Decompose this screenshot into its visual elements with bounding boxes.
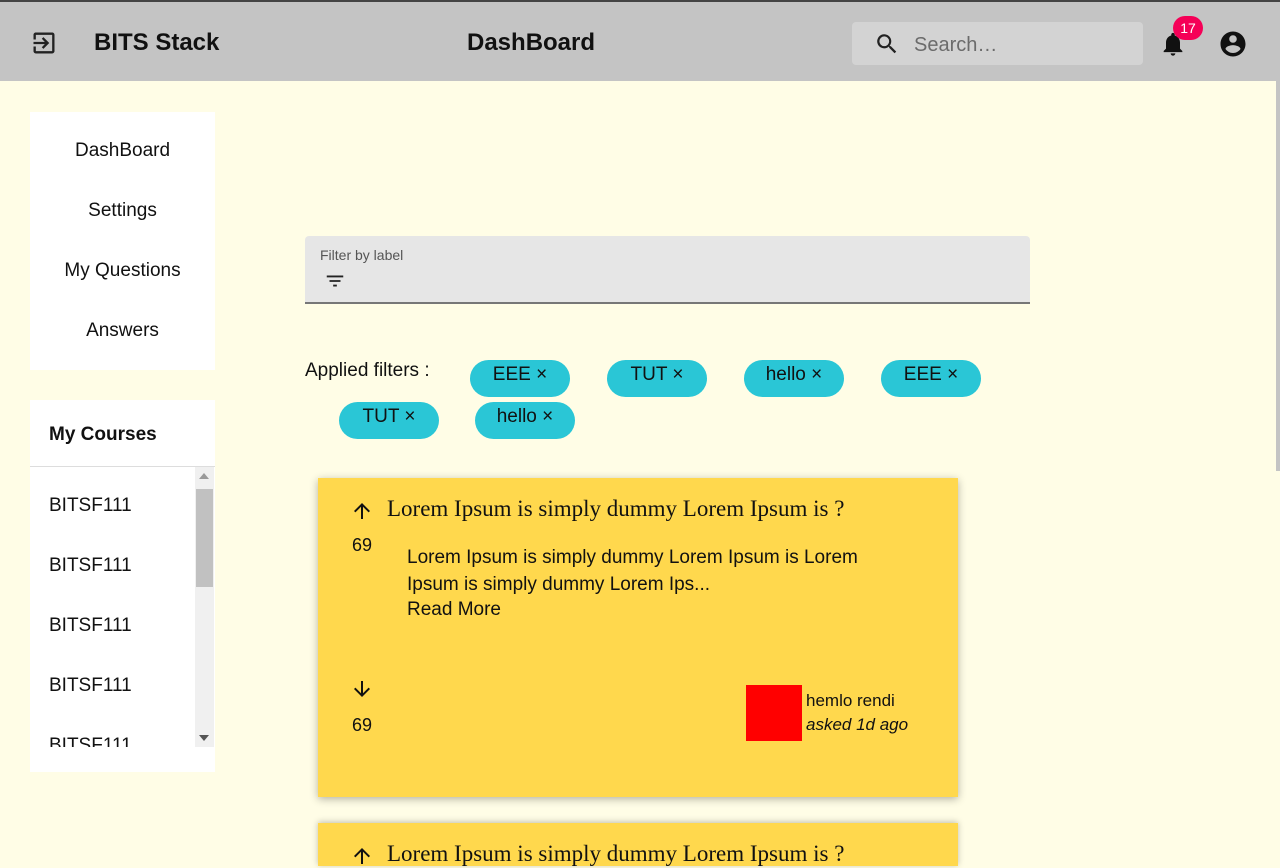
filter-chip-tut[interactable]: TUT × [339, 402, 439, 439]
filter-by-label-input[interactable]: Filter by label [305, 236, 1030, 304]
course-item[interactable]: BITSF111 [49, 675, 132, 697]
downvote-count: 69 [352, 715, 373, 735]
sidebar-nav: DashBoard Settings My Questions Answers [30, 112, 215, 370]
filter-chip-hello[interactable]: hello × [475, 402, 575, 439]
logout-icon[interactable] [30, 29, 58, 57]
brand-title[interactable]: BITS Stack [94, 29, 219, 57]
course-item[interactable]: BITSF111 [49, 555, 132, 577]
author-name[interactable]: hemlo rendi [806, 691, 895, 711]
read-more-link[interactable]: Read More [407, 599, 501, 621]
filter-chip-hello[interactable]: hello × [744, 360, 844, 397]
course-item[interactable]: BITSF111 [49, 495, 132, 517]
avatar [746, 685, 802, 741]
app-bar: BITS Stack DashBoard 17 [0, 0, 1280, 81]
search-icon [877, 34, 897, 54]
chip-label: TUT × [630, 364, 684, 385]
upvote-count: 69 [352, 535, 373, 555]
courses-panel: My Courses BITSF111 BITSF111 BITSF111 BI… [30, 400, 215, 772]
filter-chip-tut[interactable]: TUT × [607, 360, 707, 397]
applied-filters-label: Applied filters : [305, 360, 430, 381]
question-card[interactable]: Lorem Ipsum is simply dummy Lorem Ipsum … [318, 478, 958, 797]
arrow-down-icon[interactable] [350, 677, 374, 701]
filter-label: Filter by label [320, 247, 404, 263]
courses-title: My Courses [49, 424, 157, 445]
chip-label: hello × [765, 364, 823, 385]
courses-scrollbar[interactable] [195, 467, 214, 747]
question-excerpt: Lorem Ipsum is simply dummy Lorem Ipsum … [407, 547, 858, 595]
scroll-thumb[interactable] [196, 489, 213, 587]
scroll-up-arrow[interactable] [199, 473, 209, 479]
chip-label: EEE × [903, 364, 959, 385]
chip-label: hello × [496, 406, 554, 427]
page-title: DashBoard [467, 29, 596, 56]
page-scrollbar[interactable] [1276, 81, 1280, 471]
arrow-up-icon[interactable] [350, 499, 374, 523]
course-item[interactable]: BITSF111 [49, 735, 132, 747]
account-circle-icon[interactable] [1218, 29, 1248, 59]
chip-label: EEE × [492, 364, 548, 385]
question-title[interactable]: Lorem Ipsum is simply dummy Lorem Ipsum … [387, 841, 844, 867]
scroll-down-arrow[interactable] [199, 735, 209, 741]
sidebar-item-dashboard[interactable]: DashBoard [30, 140, 215, 162]
sidebar-item-my-questions[interactable]: My Questions [30, 260, 215, 282]
sidebar-item-answers[interactable]: Answers [30, 320, 215, 342]
asked-time: asked 1d ago [806, 715, 909, 734]
question-card[interactable]: Lorem Ipsum is simply dummy Lorem Ipsum … [318, 823, 958, 866]
search-input[interactable] [912, 30, 1136, 60]
question-title[interactable]: Lorem Ipsum is simply dummy Lorem Ipsum … [387, 496, 844, 522]
notification-badge: 17 [1173, 16, 1203, 40]
filter-list-icon [326, 275, 344, 287]
course-item[interactable]: BITSF111 [49, 615, 132, 637]
arrow-up-icon[interactable] [350, 844, 374, 868]
filter-chip-eee[interactable]: EEE × [881, 360, 981, 397]
search-box[interactable] [852, 22, 1143, 65]
courses-list[interactable]: BITSF111 BITSF111 BITSF111 BITSF111 BITS… [30, 467, 215, 747]
chip-label: TUT × [362, 406, 416, 427]
sidebar-item-settings[interactable]: Settings [30, 200, 215, 222]
filter-chip-eee[interactable]: EEE × [470, 360, 570, 397]
